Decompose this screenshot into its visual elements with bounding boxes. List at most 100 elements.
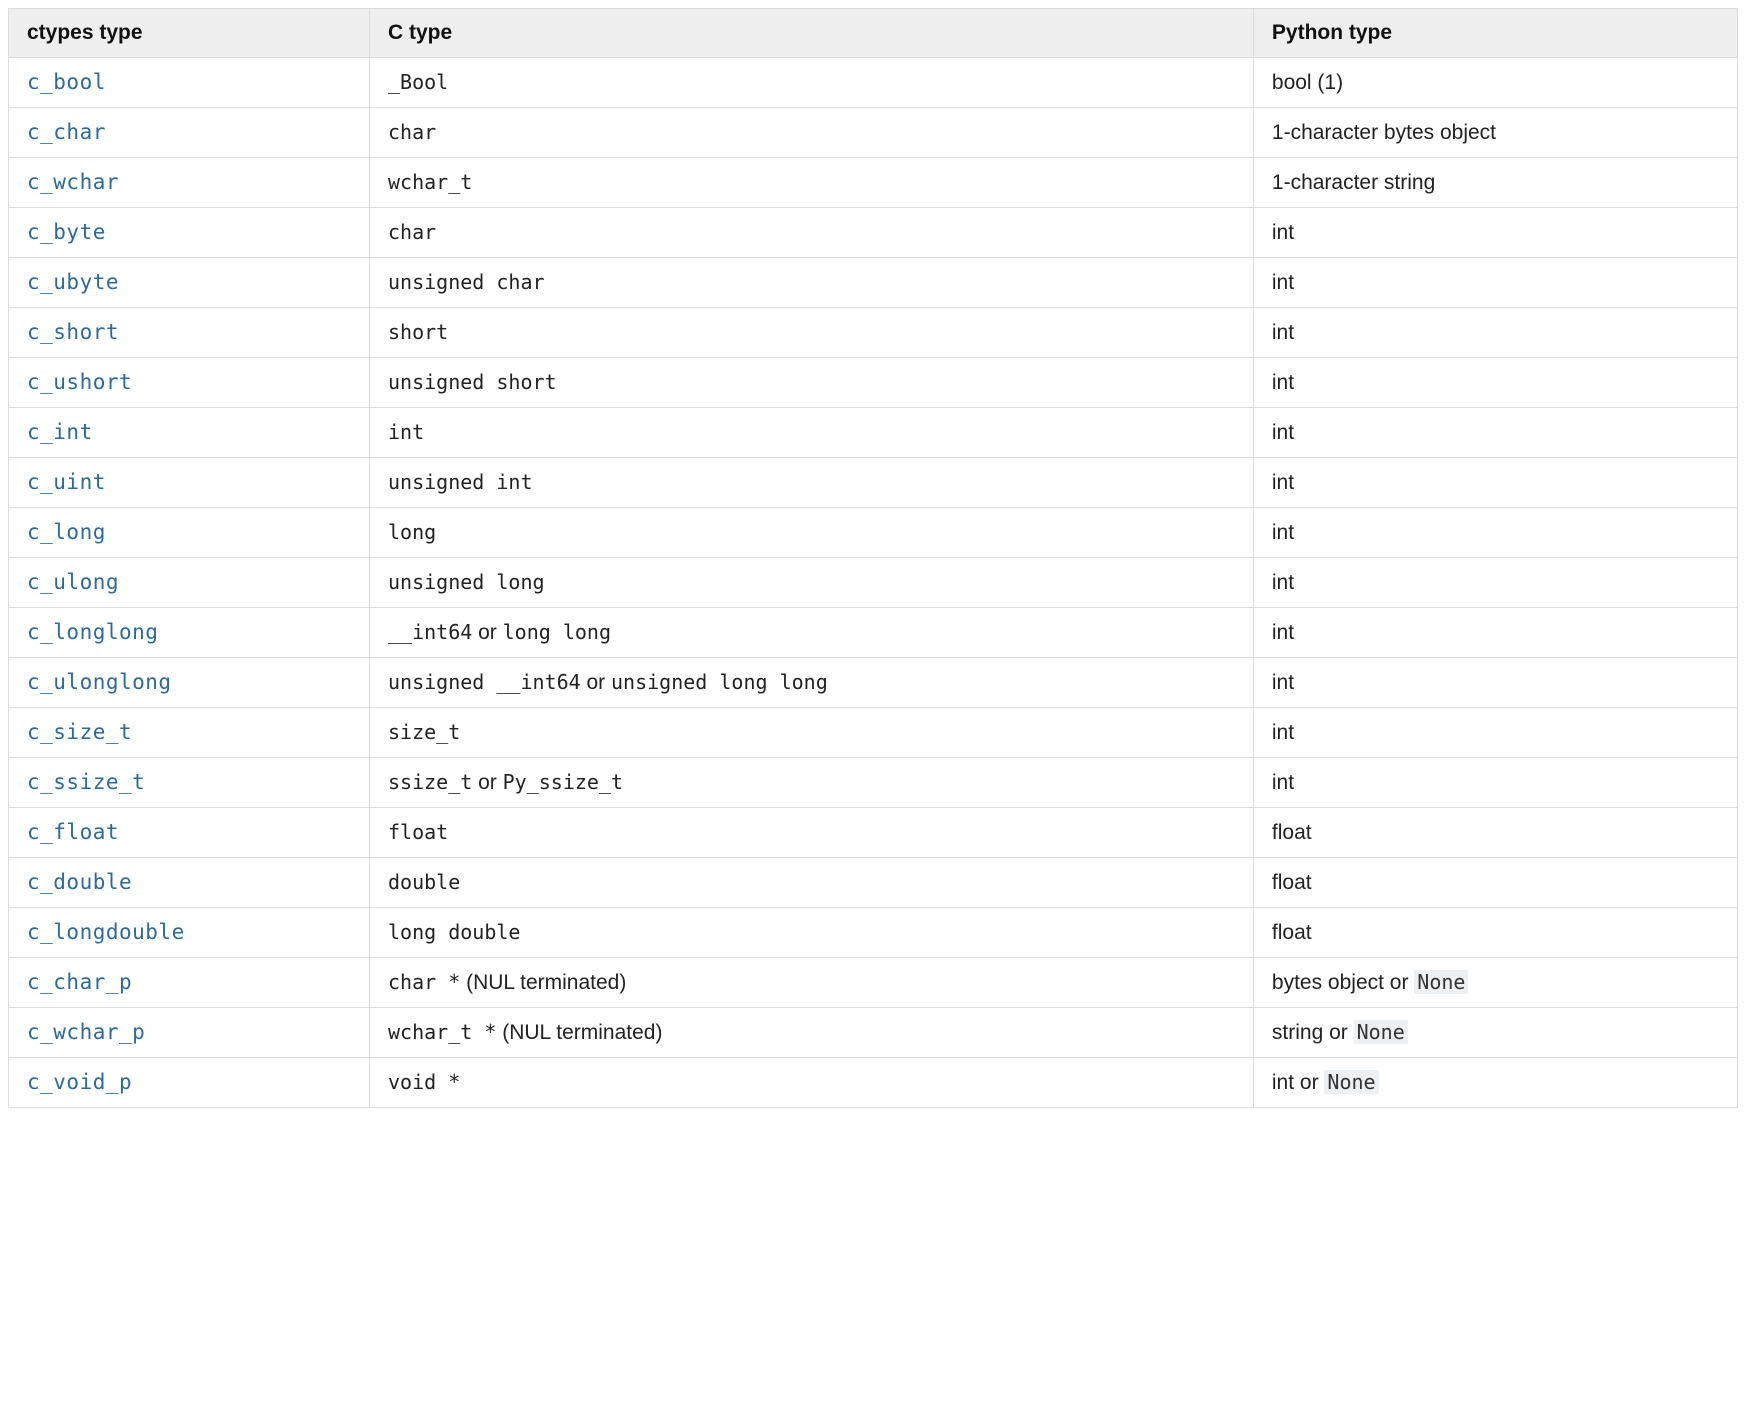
literal-span: None — [1354, 1020, 1408, 1044]
code-span: short — [388, 320, 448, 344]
ctypes-link-c_uint[interactable]: c_uint — [27, 470, 106, 494]
ctypes-fundamental-types-table: ctypes type C type Python type c_bool _Bo… — [8, 8, 1738, 1108]
cell-c-type: char — [370, 208, 1254, 258]
cell-c-type: wchar_t * (NUL terminated) — [370, 1008, 1254, 1058]
cell-c-type: unsigned short — [370, 358, 1254, 408]
code-span: char — [388, 120, 436, 144]
cell-c-type: size_t — [370, 708, 1254, 758]
text-span: int — [1272, 721, 1294, 744]
text-span: int or — [1272, 1071, 1325, 1094]
cell-ctypes-type: c_longdouble — [9, 908, 370, 958]
text-span: int — [1272, 471, 1294, 494]
ctypes-link-c_ulong[interactable]: c_ulong — [27, 570, 119, 594]
ctypes-link-c_ubyte[interactable]: c_ubyte — [27, 270, 119, 294]
ctypes-link-c_float[interactable]: c_float — [27, 820, 119, 844]
cell-c-type: int — [370, 408, 1254, 458]
ctypes-link-c_short[interactable]: c_short — [27, 320, 119, 344]
col-header-ctypes: ctypes type — [9, 9, 370, 58]
cell-c-type: long — [370, 508, 1254, 558]
cell-c-type: unsigned __int64 or unsigned long long — [370, 658, 1254, 708]
text-span: float — [1272, 821, 1312, 844]
cell-python-type: int — [1253, 508, 1737, 558]
cell-c-type: char — [370, 108, 1254, 158]
table-row: c_ssize_tssize_t or Py_ssize_tint — [9, 758, 1738, 808]
cell-python-type: int — [1253, 708, 1737, 758]
ctypes-link-c_wchar_p[interactable]: c_wchar_p — [27, 1020, 145, 1044]
code-span: float — [388, 820, 448, 844]
table-row: c_char_pchar * (NUL terminated)bytes obj… — [9, 958, 1738, 1008]
cell-ctypes-type: c_int — [9, 408, 370, 458]
code-span: wchar_t * — [388, 1020, 496, 1044]
ctypes-link-c_byte[interactable]: c_byte — [27, 220, 106, 244]
ctypes-link-c_bool[interactable]: c_bool — [27, 70, 106, 94]
ctypes-link-c_void_p[interactable]: c_void_p — [27, 1070, 132, 1094]
cell-ctypes-type: c_long — [9, 508, 370, 558]
table-row: c_void_pvoid *int or None — [9, 1058, 1738, 1108]
cell-ctypes-type: c_char_p — [9, 958, 370, 1008]
table-row: c_ushortunsigned shortint — [9, 358, 1738, 408]
cell-c-type: long double — [370, 908, 1254, 958]
code-span: long long — [503, 620, 611, 644]
code-span: unsigned long — [388, 570, 545, 594]
table-row: c_wchar_pwchar_t * (NUL terminated)strin… — [9, 1008, 1738, 1058]
table-row: c_uint unsigned int int — [9, 458, 1738, 508]
ctypes-link-c_ulonglong[interactable]: c_ulonglong — [27, 670, 172, 694]
ctypes-link-c_longdouble[interactable]: c_longdouble — [27, 920, 185, 944]
ctypes-link-c_int[interactable]: c_int — [27, 420, 93, 444]
code-span: double — [388, 870, 460, 894]
cell-c-type: unsigned long — [370, 558, 1254, 608]
text-span: (NUL terminated) — [460, 971, 626, 994]
cell-python-type: float — [1253, 858, 1737, 908]
cell-ctypes-type: c_uint — [9, 458, 370, 508]
text-span: float — [1272, 921, 1312, 944]
text-span: int — [1272, 271, 1294, 294]
cell-ctypes-type: c_longlong — [9, 608, 370, 658]
ctypes-link-c_char_p[interactable]: c_char_p — [27, 970, 132, 994]
cell-ctypes-type: c_ulonglong — [9, 658, 370, 708]
cell-python-type: int or None — [1253, 1058, 1737, 1108]
cell-ctypes-type: c_bool — [9, 58, 370, 108]
text-span: or — [472, 621, 502, 644]
ctypes-link-c_longlong[interactable]: c_longlong — [27, 620, 158, 644]
text-span: int — [1272, 221, 1294, 244]
code-span: unsigned short — [388, 370, 557, 394]
col-header-python: Python type — [1253, 9, 1737, 58]
table-row: c_size_t size_t int — [9, 708, 1738, 758]
cell-ctypes-type: c_ssize_t — [9, 758, 370, 808]
table-row: c_wcharwchar_t1-character string — [9, 158, 1738, 208]
table-header-row: ctypes type C type Python type — [9, 9, 1738, 58]
code-span: unsigned long long — [611, 670, 828, 694]
ctypes-link-c_double[interactable]: c_double — [27, 870, 132, 894]
code-span: _Bool — [388, 70, 448, 94]
cell-ctypes-type: c_float — [9, 808, 370, 858]
cell-ctypes-type: c_wchar — [9, 158, 370, 208]
table-row: c_longlong __int64 or long long int — [9, 608, 1738, 658]
code-span: long — [388, 520, 436, 544]
text-span: int — [1272, 421, 1294, 444]
cell-python-type: 1-character bytes object — [1253, 108, 1737, 158]
table-row: c_char char 1-character bytes object — [9, 108, 1738, 158]
ctypes-link-c_long[interactable]: c_long — [27, 520, 106, 544]
cell-python-type: int — [1253, 608, 1737, 658]
cell-ctypes-type: c_ushort — [9, 358, 370, 408]
code-span: wchar_t — [388, 170, 472, 194]
ctypes-link-c_wchar[interactable]: c_wchar — [27, 170, 119, 194]
cell-c-type: double — [370, 858, 1254, 908]
cell-ctypes-type: c_ubyte — [9, 258, 370, 308]
text-span: bool (1) — [1272, 71, 1343, 94]
cell-python-type: int — [1253, 758, 1737, 808]
ctypes-link-c_char[interactable]: c_char — [27, 120, 106, 144]
ctypes-link-c_ushort[interactable]: c_ushort — [27, 370, 132, 394]
text-span: int — [1272, 321, 1294, 344]
cell-python-type: int — [1253, 408, 1737, 458]
table-row: c_long long int — [9, 508, 1738, 558]
code-span: __int64 — [388, 620, 472, 644]
literal-span: None — [1324, 1070, 1378, 1094]
literal-span: None — [1414, 970, 1468, 994]
cell-ctypes-type: c_double — [9, 858, 370, 908]
cell-python-type: int — [1253, 208, 1737, 258]
ctypes-link-c_size_t[interactable]: c_size_t — [27, 720, 132, 744]
cell-python-type: int — [1253, 658, 1737, 708]
cell-c-type: unsigned int — [370, 458, 1254, 508]
ctypes-link-c_ssize_t[interactable]: c_ssize_t — [27, 770, 145, 794]
